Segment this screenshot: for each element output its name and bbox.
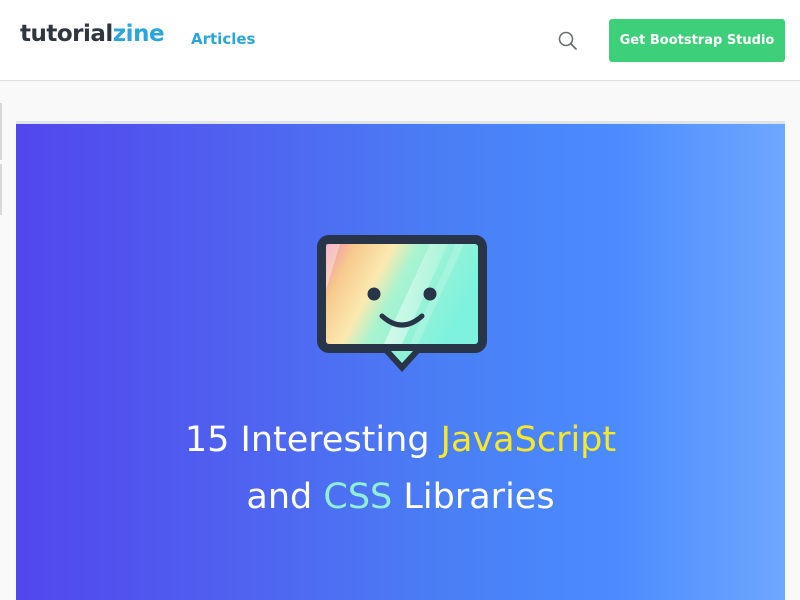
headline-javascript: JavaScript (440, 420, 617, 460)
left-scroll-edge (0, 103, 2, 215)
left-scroll-gap (0, 160, 2, 164)
headline-line2-prefix: and (246, 477, 324, 517)
nav-link-articles[interactable]: Articles (191, 30, 255, 48)
search-button[interactable] (556, 29, 580, 53)
logo-text-zine: zine (112, 21, 165, 47)
headline-line1-prefix: 15 Interesting (184, 420, 441, 460)
smiling-chat-bubble-icon (317, 235, 487, 372)
hero-headline: 15 Interesting JavaScript and CSS Librar… (16, 412, 785, 526)
headline-css: CSS (323, 477, 393, 517)
top-navbar: tutorialzine Articles Get Bootstrap Stud… (0, 0, 800, 81)
hero-banner[interactable]: 15 Interesting JavaScript and CSS Librar… (16, 121, 785, 600)
site-logo[interactable]: tutorialzine (20, 21, 165, 47)
headline-line2-suffix: Libraries (392, 477, 555, 517)
logo-text-tutorial: tutorial (20, 21, 113, 47)
search-icon (558, 31, 577, 50)
get-bootstrap-studio-button[interactable]: Get Bootstrap Studio (609, 19, 785, 62)
